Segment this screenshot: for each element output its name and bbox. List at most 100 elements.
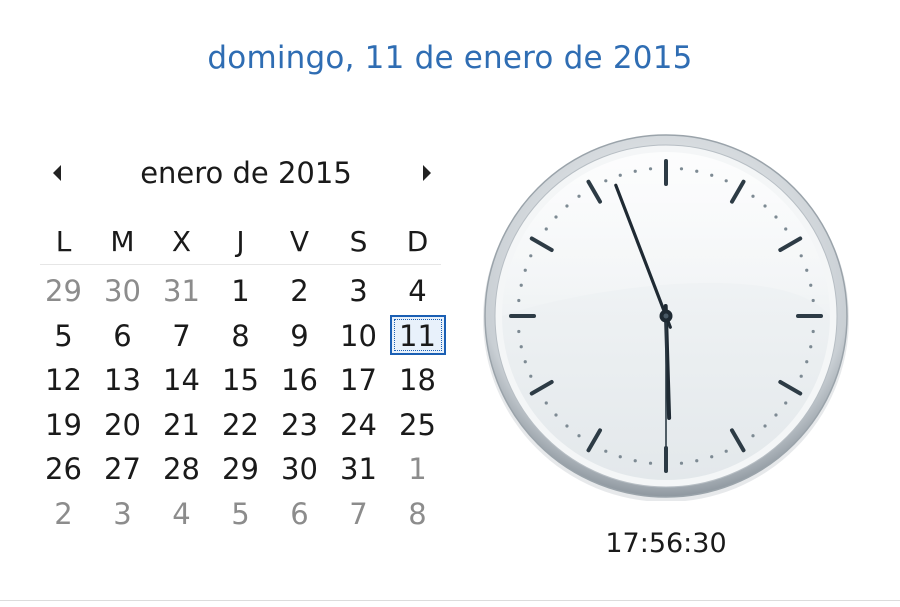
calendar-day-number: 18 — [399, 363, 436, 397]
calendar-day[interactable]: 4 — [152, 492, 211, 537]
calendar-day[interactable]: 4 — [388, 269, 447, 314]
minute-dot — [751, 194, 755, 198]
calendar-day[interactable]: 29 — [34, 269, 93, 314]
minute-dot — [519, 283, 523, 287]
minute-dot — [529, 374, 533, 378]
weekday-header: V — [289, 225, 310, 258]
calendar-day[interactable]: 1 — [388, 447, 447, 492]
calendar-day-today[interactable]: 11 — [388, 314, 447, 359]
calendar-day[interactable]: 10 — [329, 314, 388, 359]
minute-dot — [774, 215, 778, 219]
calendar-day[interactable]: 9 — [270, 314, 329, 359]
calendar-day[interactable]: 21 — [152, 403, 211, 448]
calendar-day[interactable]: 27 — [93, 447, 152, 492]
minute-dot — [710, 173, 714, 177]
chevron-left-icon — [53, 165, 61, 181]
calendar-day-number: 4 — [172, 496, 191, 531]
calendar-day-number: 29 — [45, 274, 82, 308]
minute-dot — [577, 194, 581, 198]
calendar-day[interactable]: 8 — [388, 492, 447, 537]
calendar-day[interactable]: 7 — [152, 314, 211, 359]
calendar-day-number: 10 — [340, 318, 377, 353]
calendar-day[interactable]: 3 — [329, 269, 388, 314]
calendar-day[interactable]: 24 — [329, 403, 388, 448]
minute-dot — [648, 461, 653, 465]
calendar-day-number: 5 — [231, 496, 250, 531]
calendar-day[interactable]: 3 — [93, 492, 152, 537]
next-month-button[interactable] — [415, 158, 439, 188]
calendar-day[interactable]: 16 — [270, 358, 329, 403]
minute-dot — [695, 459, 699, 463]
calendar-day[interactable]: 28 — [152, 447, 211, 492]
weekday-header: M — [110, 225, 135, 258]
calendar-day[interactable]: 13 — [93, 358, 152, 403]
calendar-day[interactable]: 5 — [34, 314, 93, 359]
minute-dot — [724, 449, 728, 453]
calendar-day[interactable]: 15 — [211, 358, 270, 403]
calendar-day[interactable]: 31 — [329, 447, 388, 492]
previous-month-button[interactable] — [45, 158, 69, 188]
calendar-day[interactable]: 1 — [211, 269, 270, 314]
calendar-day-number: 2 — [54, 496, 73, 531]
minute-dot — [529, 254, 533, 258]
calendar-day[interactable]: 6 — [93, 314, 152, 359]
minute-dot — [648, 167, 653, 171]
calendar-day[interactable]: 2 — [270, 269, 329, 314]
weekday-header: S — [349, 225, 368, 258]
minute-dot — [633, 169, 637, 173]
minute-dot — [577, 434, 581, 438]
calendar-day[interactable]: 18 — [388, 358, 447, 403]
calendar-day-number: 8 — [408, 496, 427, 531]
calendar-day[interactable]: 29 — [211, 447, 270, 492]
minute-dot — [517, 298, 521, 303]
calendar-day-number: 2 — [290, 274, 309, 308]
calendar-nav: enero de 2015 — [36, 150, 460, 200]
minute-dot — [805, 268, 809, 272]
minute-dot — [811, 298, 815, 303]
calendar-day[interactable]: 30 — [93, 269, 152, 314]
calendar-day[interactable]: 2 — [34, 492, 93, 537]
calendar-day-number: 13 — [104, 363, 141, 397]
calendar-day-number: 4 — [408, 274, 427, 308]
calendar-day-number: 7 — [172, 318, 191, 353]
minute-dot — [554, 413, 558, 417]
minute-dot — [784, 401, 788, 405]
calendar-day[interactable]: 23 — [270, 403, 329, 448]
calendar-day[interactable]: 7 — [329, 492, 388, 537]
calendar-day[interactable]: 6 — [270, 492, 329, 537]
calendar-day-number: 14 — [163, 363, 200, 397]
calendar-day-number: 19 — [45, 407, 82, 442]
calendar-day[interactable]: 26 — [34, 447, 93, 492]
calendar-day[interactable]: 19 — [34, 403, 93, 448]
calendar-day-number: 30 — [104, 274, 141, 308]
minute-dot — [517, 329, 521, 334]
calendar-day[interactable]: 31 — [152, 269, 211, 314]
long-date-header[interactable]: domingo, 11 de enero de 2015 — [0, 40, 900, 76]
calendar-day[interactable]: 30 — [270, 447, 329, 492]
calendar-day[interactable]: 12 — [34, 358, 93, 403]
calendar-day-number: 8 — [231, 318, 250, 353]
calendar-day[interactable]: 14 — [152, 358, 211, 403]
calendar-day[interactable]: 5 — [211, 492, 270, 537]
minute-dot — [519, 345, 523, 349]
digital-time: 17:56:30 — [605, 528, 727, 559]
calendar-day-number: 23 — [281, 407, 318, 442]
calendar-day[interactable]: 20 — [93, 403, 152, 448]
calendar-day-number: 28 — [163, 452, 200, 486]
calendar-day[interactable]: 25 — [388, 403, 447, 448]
calendar-day[interactable]: 22 — [211, 403, 270, 448]
clock-center-dot — [663, 313, 669, 319]
minute-dot — [554, 215, 558, 219]
calendar-day-number: 16 — [281, 363, 318, 397]
calendar-day-number: 6 — [113, 318, 132, 353]
calendar-day[interactable]: 8 — [211, 314, 270, 359]
minute-dot — [784, 227, 788, 231]
minute-dot — [799, 254, 803, 258]
calendar-day-number: 31 — [340, 452, 377, 486]
calendar-day-number: 25 — [399, 407, 436, 442]
calendar-day[interactable]: 17 — [329, 358, 388, 403]
minute-dot — [523, 268, 527, 272]
month-title[interactable]: enero de 2015 — [96, 156, 396, 190]
minute-dot — [633, 459, 637, 463]
calendar: enero de 2015 L M X J V S D 29 30 31 1 2 3 4 5 6 7 8 9 10 11… — [36, 150, 460, 536]
